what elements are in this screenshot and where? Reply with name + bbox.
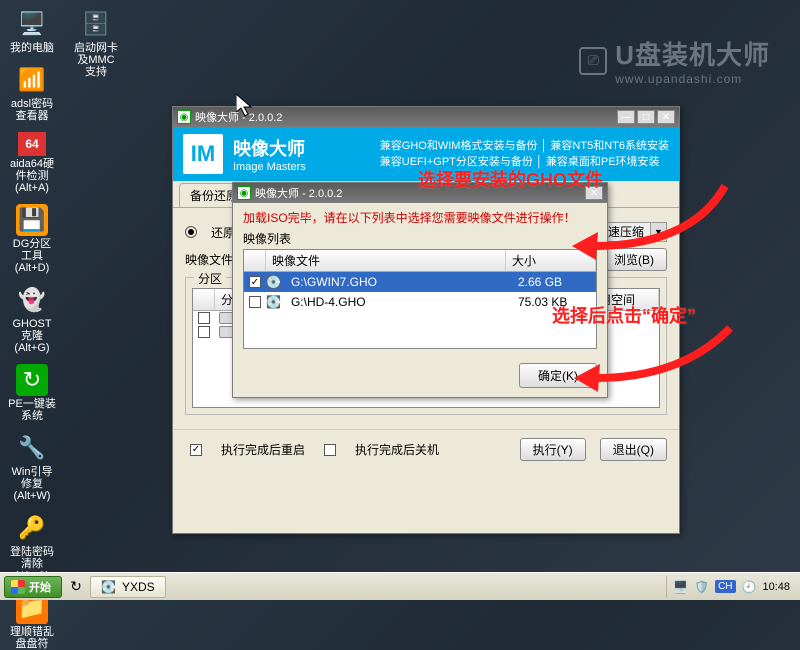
exit-button[interactable]: 退出(Q): [600, 438, 667, 461]
disk-icon: 💽: [266, 295, 281, 309]
dialog-title: 映像大师 - 2.0.0.2: [255, 185, 342, 201]
desktop-net-mmc[interactable]: 🗄️启动网卡及MMC支持: [72, 8, 120, 78]
dialog-message: 加载ISO完毕，请在以下列表中选择您需要映像文件进行操作！: [233, 203, 607, 228]
desktop-win-boot[interactable]: 🔧Win引导修复(Alt+W): [8, 432, 56, 502]
reboot-checkbox[interactable]: ✓: [190, 444, 202, 456]
row-checkbox[interactable]: [198, 312, 210, 324]
task-label: YXDS: [122, 580, 155, 594]
desktop-adsl[interactable]: 📶adsl密码查看器: [8, 64, 56, 122]
row-checkbox[interactable]: [249, 296, 261, 308]
quicklaunch-icon[interactable]: ↻: [66, 577, 86, 597]
tray-shield-icon[interactable]: 🛡️: [694, 580, 709, 594]
desktop-icons-col1: 🖥️我的电脑 📶adsl密码查看器 64aida64硬件检测(Alt+A) 💾D…: [8, 8, 56, 650]
banner-compat1: 兼容GHO和WIM格式安装与备份 │ 兼容NT5和NT6系统安装: [380, 138, 669, 154]
shutdown-checkbox[interactable]: [324, 444, 336, 456]
app-icon: ◉: [177, 110, 191, 124]
system-tray: 🖥️ 🛡️ CH 🕘 10:48: [666, 576, 796, 598]
image-row[interactable]: 💽 G:\HD-4.GHO 75.03 KB: [244, 292, 596, 312]
col-file: 映像文件: [266, 250, 506, 271]
app-icon: ◉: [237, 186, 251, 200]
image-row-selected[interactable]: ✓ 💽 G:\GWIN7.GHO 2.66 GB: [244, 272, 596, 292]
cursor-icon: [236, 94, 254, 118]
maximize-button[interactable]: □: [637, 110, 655, 124]
disk-icon: 💽: [266, 275, 281, 289]
dialog-list-label: 映像列表: [243, 230, 597, 247]
tray-clock[interactable]: 10:48: [762, 581, 790, 593]
row-size: 2.66 GB: [512, 273, 596, 291]
shutdown-label: 执行完成后关机: [355, 441, 439, 458]
close-button[interactable]: ✕: [657, 110, 675, 124]
reboot-label: 执行完成后重启: [221, 441, 305, 458]
annotation-click-ok: 选择后点击“确定”: [552, 302, 696, 328]
watermark-url: www.upandashi.com: [615, 72, 770, 86]
image-list-table[interactable]: 映像文件 大小 ✓ 💽 G:\GWIN7.GHO 2.66 GB 💽 G:\HD…: [243, 249, 597, 349]
watermark-title: U盘装机大师: [615, 35, 770, 72]
start-button[interactable]: 开始: [4, 576, 62, 598]
radio-restore[interactable]: [185, 226, 197, 238]
desktop-pe-install[interactable]: ↻PE一键装系统: [8, 364, 56, 422]
windows-flag-icon: [11, 580, 25, 594]
row-checkbox[interactable]: [198, 326, 210, 338]
banner-cn: 映像大师: [233, 135, 306, 161]
desktop-aida64[interactable]: 64aida64硬件检测(Alt+A): [8, 132, 56, 194]
tray-volume-icon[interactable]: 🕘: [742, 580, 757, 594]
disk-icon: 💽: [101, 580, 116, 594]
desktop-ghost[interactable]: 👻GHOST克隆(Alt+G): [8, 284, 56, 354]
partition-group-title: 分区: [194, 270, 226, 287]
start-label: 开始: [29, 579, 51, 595]
taskbar-app[interactable]: 💽 YXDS: [90, 576, 166, 598]
minimize-button[interactable]: —: [617, 110, 635, 124]
watermark-icon: ⎚: [579, 47, 607, 75]
execute-button[interactable]: 执行(Y): [520, 438, 586, 461]
dialog-window: ◉ 映像大师 - 2.0.0.2 ✕ 加载ISO完毕，请在以下列表中选择您需要映…: [232, 182, 608, 398]
annotation-select-gho: 选择要安装的GHO文件: [418, 166, 603, 192]
desktop-icons-col2: 🗄️启动网卡及MMC支持: [72, 8, 120, 78]
tray-network-icon[interactable]: 🖥️: [673, 580, 688, 594]
banner-logo: IM: [183, 134, 223, 174]
row-file: G:\HD-4.GHO: [285, 293, 512, 311]
arrow-to-ok: [570, 320, 740, 400]
watermark: ⎚ U盘装机大师 www.upandashi.com: [579, 35, 770, 86]
desktop-dg[interactable]: 💾DG分区工具(Alt+D): [8, 204, 56, 274]
tray-lang[interactable]: CH: [715, 580, 735, 593]
taskbar: 开始 ↻ 💽 YXDS 🖥️ 🛡️ CH 🕘 10:48: [0, 572, 800, 600]
desktop-my-computer[interactable]: 🖥️我的电脑: [8, 8, 56, 54]
row-file: G:\GWIN7.GHO: [285, 273, 512, 291]
desktop-disk-align[interactable]: 📁理顺错乱盘盘符: [8, 592, 56, 650]
banner-en: Image Masters: [233, 161, 306, 173]
row-checkbox[interactable]: ✓: [249, 276, 261, 288]
bottom-actions: ✓ 执行完成后重启 执行完成后关机 执行(Y) 退出(Q): [173, 429, 679, 469]
